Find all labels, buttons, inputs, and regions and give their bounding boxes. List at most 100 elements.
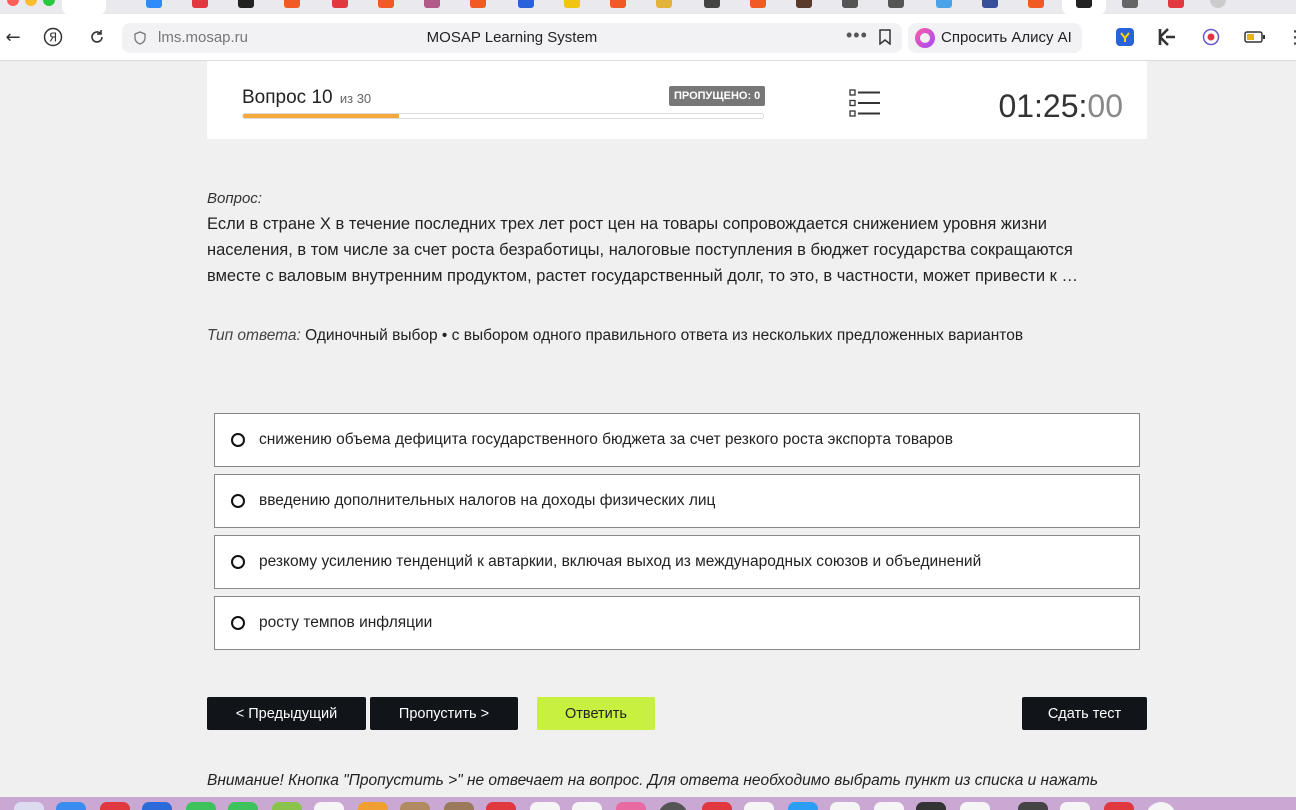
radio-button[interactable] bbox=[231, 494, 245, 508]
question-number: Вопрос 10 bbox=[242, 87, 333, 108]
reload-button[interactable] bbox=[84, 24, 110, 50]
option-label: росту темпов инфляции bbox=[259, 614, 433, 631]
dock bbox=[0, 797, 1296, 810]
tab-favicon-icon[interactable] bbox=[610, 0, 626, 8]
question-list-icon[interactable] bbox=[849, 89, 881, 117]
dock-app-icon[interactable] bbox=[1146, 802, 1176, 810]
question-total: из 30 bbox=[339, 91, 372, 106]
dock-app-icon[interactable] bbox=[916, 802, 946, 810]
address-bar[interactable]: lms.mosap.ru MOSAP Learning System ••• bbox=[122, 23, 902, 53]
dock-app-icon[interactable] bbox=[572, 802, 602, 810]
dock-app-icon[interactable] bbox=[142, 802, 172, 810]
tab-favicon-icon[interactable] bbox=[332, 0, 348, 8]
dock-app-icon[interactable] bbox=[228, 802, 258, 810]
more-icon[interactable]: ••• bbox=[846, 25, 868, 46]
ask-alice-label: Спросить Алису AI bbox=[941, 29, 1072, 46]
minimize-window-button[interactable] bbox=[25, 0, 37, 6]
tab-favicon-icon[interactable] bbox=[378, 0, 394, 8]
dock-app-icon[interactable] bbox=[616, 802, 646, 810]
close-window-button[interactable] bbox=[7, 0, 19, 6]
tab-favicon-icon[interactable] bbox=[146, 0, 162, 8]
tab-favicon-icon[interactable] bbox=[796, 0, 812, 8]
tab-favicon-icon[interactable] bbox=[936, 0, 952, 8]
dock-app-icon[interactable] bbox=[56, 802, 86, 810]
skip-warning: Внимание! Кнопка "Пропустить >" не отвеч… bbox=[207, 772, 1099, 789]
dock-app-icon[interactable] bbox=[830, 802, 860, 810]
tab-favicon-icon[interactable] bbox=[750, 0, 766, 8]
dock-app-icon[interactable] bbox=[874, 802, 904, 810]
radio-button[interactable] bbox=[231, 433, 245, 447]
tab-favicon-icon[interactable] bbox=[518, 0, 534, 8]
tab-favicon-icon[interactable] bbox=[1028, 0, 1044, 8]
dock-app-icon[interactable] bbox=[444, 802, 474, 810]
dock-app-icon[interactable] bbox=[658, 802, 688, 810]
battery-extension-button[interactable] bbox=[1242, 24, 1268, 50]
skip-button[interactable]: Пропустить > bbox=[370, 697, 518, 730]
answer-option[interactable]: введению дополнительных налогов на доход… bbox=[214, 474, 1140, 528]
answer-option[interactable]: снижению объема дефицита государственног… bbox=[214, 413, 1140, 467]
option-label: резкому усилению тенденций к автаркии, в… bbox=[259, 553, 982, 570]
option-label: введению дополнительных налогов на доход… bbox=[259, 492, 716, 509]
dock-app-icon[interactable] bbox=[186, 802, 216, 810]
dock-app-icon[interactable] bbox=[1060, 802, 1090, 810]
dock-app-icon[interactable] bbox=[314, 802, 344, 810]
tab-favicon-icon[interactable] bbox=[888, 0, 904, 8]
active-tab[interactable] bbox=[62, 0, 106, 14]
tab-favicon-icon[interactable] bbox=[704, 0, 720, 8]
dock-app-icon[interactable] bbox=[14, 802, 44, 810]
question-label: Вопрос: bbox=[207, 190, 262, 207]
reload-icon bbox=[91, 30, 103, 43]
radio-button[interactable] bbox=[231, 616, 245, 630]
page-title-in-bar: MOSAP Learning System bbox=[426, 29, 598, 46]
tab-favicon-icon[interactable] bbox=[1168, 0, 1184, 8]
dock-app-icon[interactable] bbox=[960, 802, 990, 810]
tab-favicon-icon[interactable] bbox=[842, 0, 858, 8]
dock-app-icon[interactable] bbox=[744, 802, 774, 810]
question-text: Если в стране X в течение последних трех… bbox=[207, 215, 1078, 285]
tab-favicon-icon[interactable] bbox=[424, 0, 440, 8]
tab-favicon-icon[interactable] bbox=[470, 0, 486, 8]
extension-button[interactable] bbox=[1112, 24, 1138, 50]
progress-bar bbox=[242, 113, 764, 119]
ask-alice-button[interactable]: Спросить Алису AI bbox=[908, 23, 1082, 53]
tab-favicon-icon[interactable] bbox=[238, 0, 254, 8]
dock-app-icon[interactable] bbox=[358, 802, 388, 810]
back-button[interactable]: ← bbox=[0, 24, 26, 50]
browser-toolbar: ← Я lms.mosap.ru MOSAP Learning System •… bbox=[0, 14, 1296, 61]
dock-app-icon[interactable] bbox=[272, 802, 302, 810]
answer-button[interactable]: Ответить bbox=[537, 697, 655, 730]
page-content: Вопрос 10 из 30 ПРОПУЩЕНО: 0 01:25:00 Во… bbox=[0, 61, 1296, 797]
answer-option[interactable]: резкому усилению тенденций к автаркии, в… bbox=[214, 535, 1140, 589]
tab-favicon-icon[interactable] bbox=[656, 0, 672, 8]
dock-app-icon[interactable] bbox=[100, 802, 130, 810]
radio-button[interactable] bbox=[231, 555, 245, 569]
tab-favicon-icon[interactable] bbox=[1122, 0, 1138, 8]
dock-app-icon[interactable] bbox=[530, 802, 560, 810]
dock-app-icon[interactable] bbox=[788, 802, 818, 810]
bookmark-button[interactable] bbox=[872, 24, 898, 50]
dock-app-icon[interactable] bbox=[1018, 802, 1048, 810]
extension-button[interactable] bbox=[1198, 24, 1224, 50]
dock-app-icon[interactable] bbox=[400, 802, 430, 810]
yandex-home-button[interactable]: Я bbox=[40, 24, 66, 50]
previous-button[interactable]: < Предыдущий bbox=[207, 697, 366, 730]
extension-button[interactable] bbox=[1154, 24, 1180, 50]
dock-app-icon[interactable] bbox=[486, 802, 516, 810]
battery-icon bbox=[1244, 31, 1265, 43]
tab-favicon-icon[interactable] bbox=[564, 0, 580, 8]
tab-favicon-icon[interactable] bbox=[982, 0, 998, 8]
tab-favicon-icon[interactable] bbox=[284, 0, 300, 8]
tab-favicon-icon[interactable] bbox=[1076, 0, 1092, 8]
bookmark-icon bbox=[879, 29, 891, 45]
answer-option[interactable]: росту темпов инфляции bbox=[214, 596, 1140, 650]
new-tab-icon[interactable] bbox=[1210, 0, 1226, 8]
timer-main: 01:25: bbox=[998, 88, 1088, 124]
maximize-window-button[interactable] bbox=[43, 0, 55, 6]
timer: 01:25:00 bbox=[967, 88, 1123, 125]
dock-app-icon[interactable] bbox=[702, 802, 732, 810]
dock-app-icon[interactable] bbox=[1104, 802, 1134, 810]
kinopoisk-icon bbox=[1158, 28, 1175, 46]
submit-test-button[interactable]: Сдать тест bbox=[1022, 697, 1147, 730]
menu-button[interactable]: ⋮ bbox=[1282, 24, 1296, 50]
tab-favicon-icon[interactable] bbox=[192, 0, 208, 8]
